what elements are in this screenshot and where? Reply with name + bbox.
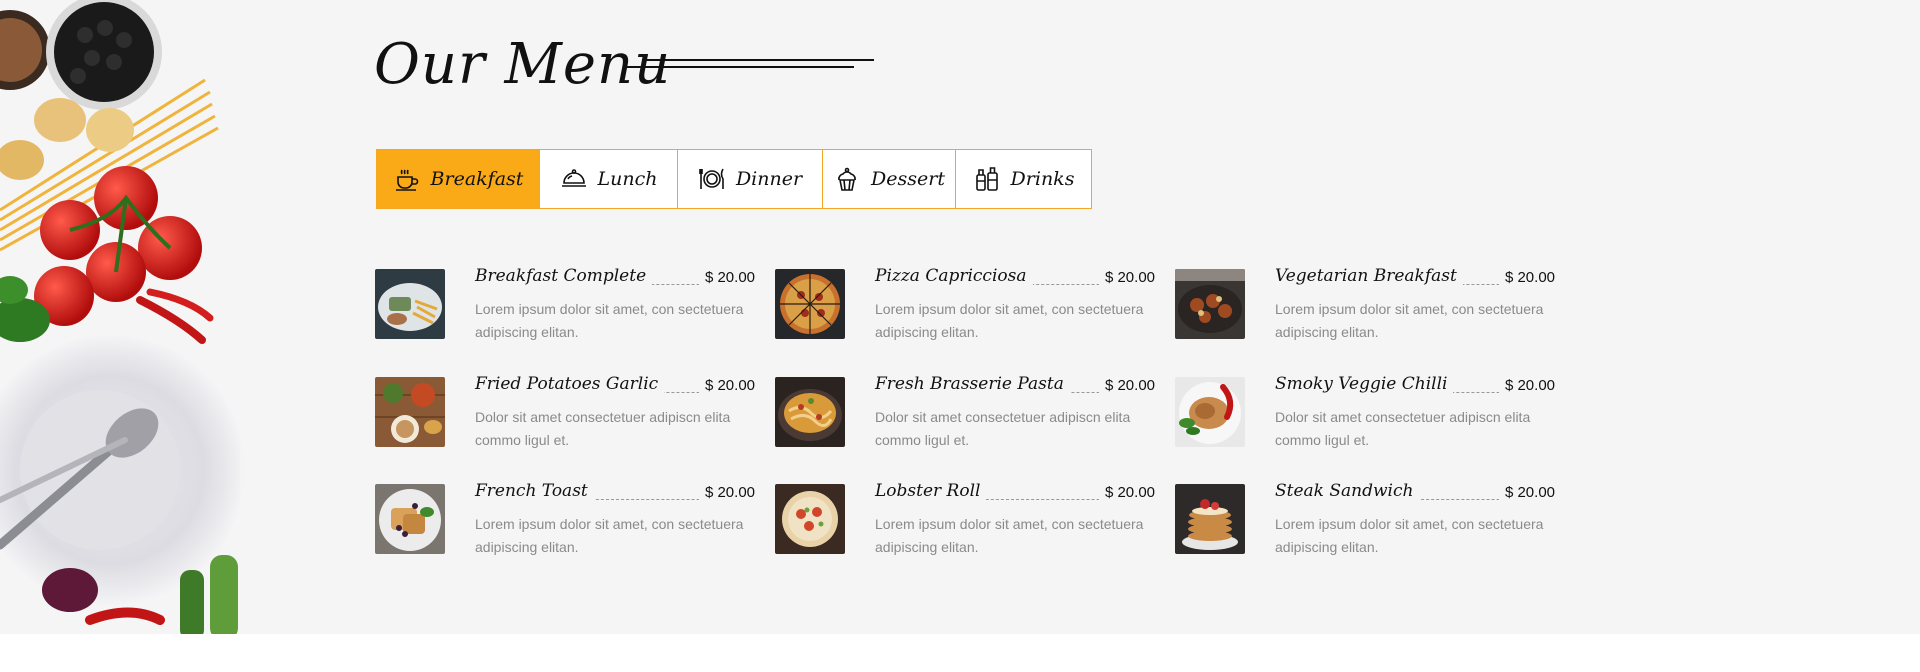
tab-dessert[interactable]: Dessert: [823, 150, 956, 208]
coffee-cup-icon: [395, 169, 418, 191]
menu-item-price: $ 20.00: [698, 484, 755, 501]
menu-item[interactable]: Steak Sandwich $ 20.00 Lorem ipsum dolor…: [1175, 481, 1555, 564]
menu-item-name: Pizza Capricciosa: [875, 266, 1033, 286]
menu-category-tabs: Breakfast Lunch Dinner Dessert Drinks: [376, 149, 1092, 209]
tab-breakfast[interactable]: Breakfast: [377, 150, 540, 208]
menu-item-price: $ 20.00: [1498, 484, 1555, 501]
menu-item-image: [375, 484, 445, 554]
plate-cutlery-icon: [699, 168, 724, 189]
menu-item-name: Fresh Brasserie Pasta: [875, 374, 1070, 394]
menu-item-description: Dolor sit amet consectetuer adipiscn eli…: [475, 409, 731, 448]
menu-item[interactable]: Vegetarian Breakfast $ 20.00 Lorem ipsum…: [1175, 266, 1555, 349]
menu-item[interactable]: Fried Potatoes Garlic $ 20.00 Dolor sit …: [375, 374, 755, 457]
menu-item-image: [775, 484, 845, 554]
tab-label: Dessert: [871, 168, 945, 190]
section-title: Our Menu: [374, 32, 672, 97]
menu-section: Our Menu Breakfast Lunch Dinner Dessert …: [0, 0, 1920, 634]
menu-item-name: Steak Sandwich: [1275, 481, 1420, 501]
menu-item-name: Fried Potatoes Garlic: [475, 374, 665, 394]
title-divider-bottom: [624, 66, 854, 68]
menu-item-image: [1175, 269, 1245, 339]
menu-item-image: [1175, 484, 1245, 554]
tab-drinks[interactable]: Drinks: [956, 150, 1091, 208]
title-divider-top: [642, 59, 874, 61]
menu-item-image: [775, 377, 845, 447]
tab-dinner[interactable]: Dinner: [678, 150, 823, 208]
menu-item-name: Breakfast Complete: [475, 266, 653, 286]
menu-item-image: [375, 377, 445, 447]
menu-item-name: Vegetarian Breakfast: [1275, 266, 1463, 286]
menu-item-price: $ 20.00: [1098, 377, 1155, 394]
menu-item[interactable]: Breakfast Complete $ 20.00 Lorem ipsum d…: [375, 266, 755, 349]
menu-item-image: [775, 269, 845, 339]
menu-item-description: Dolor sit amet consectetuer adipiscn eli…: [875, 409, 1131, 448]
menu-item[interactable]: Lobster Roll $ 20.00 Lorem ipsum dolor s…: [775, 481, 1155, 564]
menu-item[interactable]: Smoky Veggie Chilli $ 20.00 Dolor sit am…: [1175, 374, 1555, 457]
menu-item-description: Lorem ipsum dolor sit amet, con sectetue…: [475, 516, 744, 555]
section-title-wrap: Our Menu: [374, 30, 671, 100]
tab-label: Lunch: [597, 168, 658, 190]
cloche-icon: [561, 169, 586, 187]
tab-label: Drinks: [1010, 168, 1075, 190]
menu-item-price: $ 20.00: [698, 269, 755, 286]
menu-item-price: $ 20.00: [1498, 269, 1555, 286]
menu-item-price: $ 20.00: [1098, 484, 1155, 501]
menu-item-name: Lobster Roll: [875, 481, 987, 501]
menu-item-image: [375, 269, 445, 339]
menu-item-description: Lorem ipsum dolor sit amet, con sectetue…: [875, 301, 1144, 340]
food-decoration-image: [0, 0, 300, 634]
menu-item[interactable]: Pizza Capricciosa $ 20.00 Lorem ipsum do…: [775, 266, 1155, 349]
cupcake-icon: [838, 167, 856, 191]
menu-item-description: Lorem ipsum dolor sit amet, con sectetue…: [1275, 516, 1544, 555]
menu-item[interactable]: Fresh Brasserie Pasta $ 20.00 Dolor sit …: [775, 374, 1155, 457]
menu-item-name: Smoky Veggie Chilli: [1275, 374, 1454, 394]
tab-label: Breakfast: [430, 168, 524, 190]
menu-item-price: $ 20.00: [1098, 269, 1155, 286]
bottles-icon: [975, 167, 998, 191]
menu-item-description: Dolor sit amet consectetuer adipiscn eli…: [1275, 409, 1531, 448]
menu-item-description: Lorem ipsum dolor sit amet, con sectetue…: [1275, 301, 1544, 340]
menu-item-description: Lorem ipsum dolor sit amet, con sectetue…: [875, 516, 1144, 555]
menu-item[interactable]: French Toast $ 20.00 Lorem ipsum dolor s…: [375, 481, 755, 564]
menu-item-name: French Toast: [475, 481, 594, 501]
tab-label: Dinner: [735, 168, 803, 190]
menu-item-price: $ 20.00: [698, 377, 755, 394]
tab-lunch[interactable]: Lunch: [540, 150, 678, 208]
menu-item-description: Lorem ipsum dolor sit amet, con sectetue…: [475, 301, 744, 340]
menu-item-image: [1175, 377, 1245, 447]
menu-item-price: $ 20.00: [1498, 377, 1555, 394]
